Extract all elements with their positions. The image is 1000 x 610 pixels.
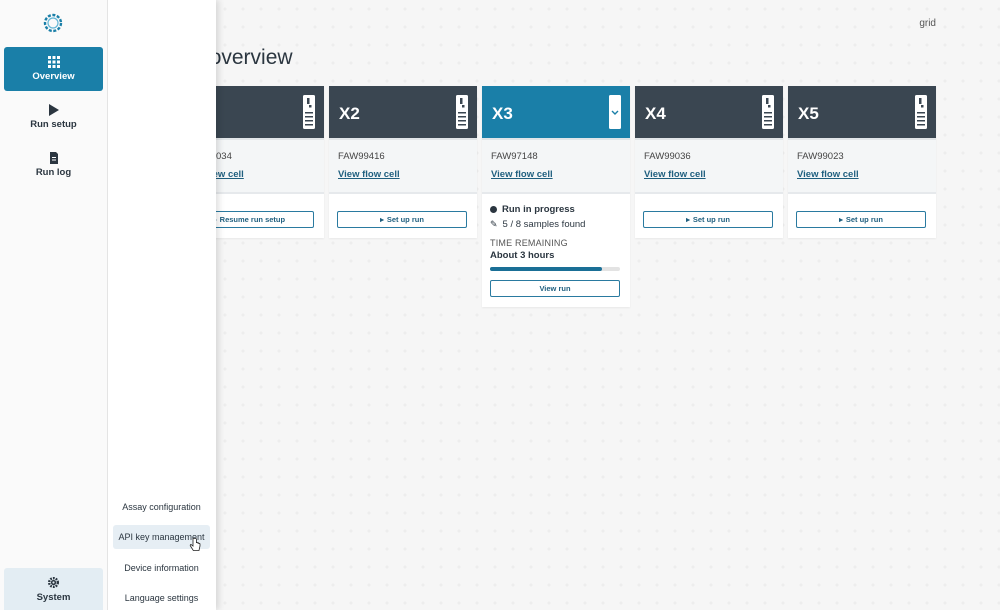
run-status: Run in progress [490, 204, 622, 215]
position-card-x2: X2 FAW99416 View flow cell ▸ Set up run [329, 86, 477, 238]
submenu-item-device-information[interactable]: Device information [113, 556, 210, 580]
nav-rail: Overview Run setup Run log System [0, 0, 108, 610]
flow-cell-icon [456, 95, 468, 129]
flow-cell-id: FAW99023 [797, 151, 844, 162]
time-remaining-label: TIME REMAINING [490, 238, 568, 248]
set-up-run-button[interactable]: ▸ Set up run [337, 211, 467, 228]
position-card-x5: X5 FAW99023 View flow cell ▸ Set up run [788, 86, 936, 238]
nav-item-label: Run setup [30, 119, 77, 130]
card-footer: Run in progress ✎ 5 / 8 samples found TI… [482, 194, 630, 307]
position-label: X3 [492, 104, 513, 123]
nav-item-label: System [36, 591, 71, 603]
system-submenu: Assay configuration API key management D… [108, 0, 216, 610]
position-label: X5 [798, 104, 819, 123]
card-footer: ▸ Set up run [788, 194, 936, 238]
card-header: X3 [482, 86, 630, 138]
grid-icon [47, 56, 60, 68]
view-flow-cell-link[interactable]: View flow cell [635, 164, 783, 194]
submenu-item-language-settings[interactable]: Language settings [113, 586, 210, 610]
button-label: Resume run setup [219, 215, 286, 224]
card-header: X5 [788, 86, 936, 138]
flow-cell-id: FAW99416 [338, 151, 385, 162]
position-card-x4: X4 FAW99036 View flow cell ▸ Set up run [635, 86, 783, 238]
view-flow-cell-link[interactable]: View flow cell [788, 164, 936, 194]
submenu-item-assay-configuration[interactable]: Assay configuration [113, 495, 210, 519]
view-flow-cell-link[interactable]: View flow cell [482, 164, 630, 194]
samples-found-text: 5 / 8 samples found [502, 219, 586, 230]
logo-icon [43, 13, 63, 33]
card-footer: ▸ Set up run [329, 194, 477, 238]
view-run-button[interactable]: View run [490, 280, 620, 297]
play-icon: ▸ [686, 215, 690, 224]
run-status-text: Run in progress [502, 204, 575, 215]
hand-cursor-icon [189, 538, 201, 551]
set-up-run-button[interactable]: ▸ Set up run [796, 211, 926, 228]
play-icon: ▸ [380, 215, 384, 224]
play-icon: ▸ [839, 215, 843, 224]
button-label: Set up run [386, 215, 424, 224]
position-label: X4 [645, 104, 666, 123]
flow-cell-loaded-icon [609, 95, 621, 129]
position-label: X2 [339, 104, 360, 123]
run-progress-bar [490, 267, 620, 271]
status-dot-icon [490, 206, 497, 213]
button-label: Set up run [845, 215, 883, 224]
button-label: View run [539, 284, 571, 293]
flow-cell-icon [915, 95, 927, 129]
pencil-icon: ✎ [490, 219, 498, 229]
card-body: FAW99416 View flow cell [329, 138, 477, 194]
time-remaining-value: About 3 hours [490, 250, 555, 261]
nav-item-label: Run log [35, 167, 72, 178]
card-header: X4 [635, 86, 783, 138]
card-body: FAW97148 View flow cell [482, 138, 630, 194]
document-icon [49, 152, 58, 164]
card-body: FAW99036 View flow cell [635, 138, 783, 194]
gear-icon [47, 576, 60, 588]
card-header: X2 [329, 86, 477, 138]
card-footer: ▸ Set up run [635, 194, 783, 238]
set-up-run-button[interactable]: ▸ Set up run [643, 211, 773, 228]
flow-cell-icon [303, 95, 315, 129]
run-progress-fill [490, 267, 602, 271]
button-label: Set up run [692, 215, 730, 224]
nav-item-run-setup[interactable]: Run setup [4, 95, 103, 139]
nav-item-label: Overview [32, 71, 75, 82]
nav-item-overview[interactable]: Overview [4, 47, 103, 91]
view-flow-cell-link[interactable]: View flow cell [329, 164, 477, 194]
flow-cell-id: FAW97148 [491, 151, 538, 162]
flow-cell-id: FAW99036 [644, 151, 691, 162]
card-body: FAW99023 View flow cell [788, 138, 936, 194]
nav-item-run-log[interactable]: Run log [4, 143, 103, 187]
view-toggle[interactable]: grid [919, 18, 936, 29]
nav-item-system[interactable]: System [4, 568, 103, 610]
flow-cell-icon [762, 95, 774, 129]
samples-status: ✎ 5 / 8 samples found [490, 219, 622, 230]
position-card-x3: X3 FAW97148 View flow cell Run in progre… [482, 86, 630, 307]
play-icon [48, 104, 59, 116]
